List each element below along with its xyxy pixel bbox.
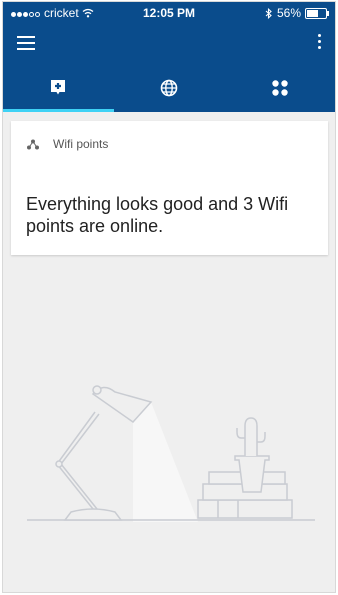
more-options-icon[interactable] [315, 34, 323, 54]
phone-screen: cricket 12:05 PM 56% Wifi points Everyth… [2, 1, 336, 593]
wifi-points-icon [27, 139, 39, 149]
devices-icon [271, 80, 288, 96]
status-message: Everything looks good and 3 Wifi points … [26, 194, 289, 236]
status-icon [51, 80, 66, 95]
desk-lamp-illustration [27, 385, 315, 522]
battery-icon [305, 7, 329, 19]
status-bar: cricket 12:05 PM 56% [3, 2, 335, 24]
status-right: 56% [265, 6, 329, 20]
tab-internet[interactable] [114, 64, 225, 112]
light-beam [133, 402, 198, 522]
card-header-label: Wifi points [53, 137, 109, 151]
app-bar [3, 24, 335, 64]
bluetooth-icon [265, 7, 272, 19]
globe-icon [160, 79, 178, 97]
tab-network-status[interactable] [3, 64, 114, 112]
hamburger-menu-icon[interactable] [17, 36, 35, 50]
card-header: Wifi points [27, 137, 108, 151]
battery-percent: 56% [276, 6, 301, 20]
wifi-points-card[interactable]: Wifi points Everything looks good and 3 … [11, 121, 328, 255]
tab-devices[interactable] [224, 64, 335, 112]
tab-bar [3, 64, 335, 112]
